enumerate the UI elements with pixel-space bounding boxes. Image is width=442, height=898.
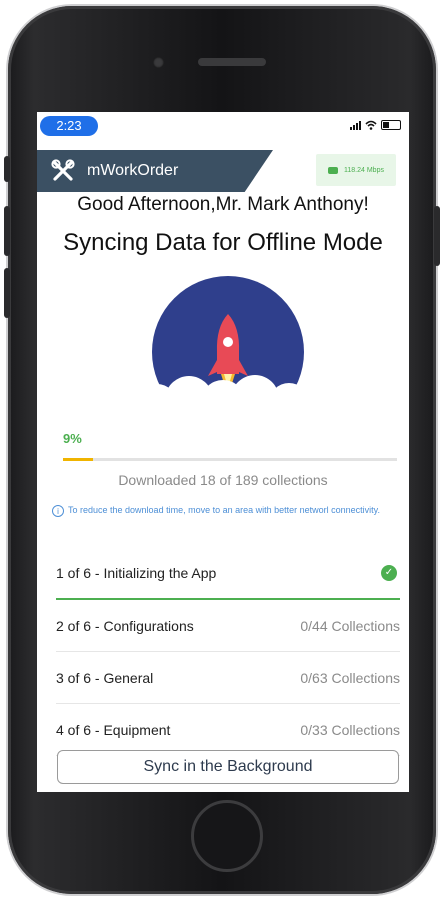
step-general: 3 of 6 - General 0/63 Collections bbox=[56, 652, 400, 704]
tools-icon bbox=[51, 159, 75, 181]
step-label: 1 of 6 - Initializing the App bbox=[56, 565, 217, 581]
step-count: 0/44 Collections bbox=[300, 617, 400, 634]
sync-in-background-button[interactable]: Sync in the Background bbox=[57, 750, 399, 784]
step-count: 0/33 Collections bbox=[300, 721, 400, 738]
sync-title: Syncing Data for Offline Mode bbox=[63, 229, 383, 256]
network-icon bbox=[328, 166, 339, 174]
info-text: To reduce the download time, move to an … bbox=[68, 505, 380, 515]
power-button bbox=[434, 206, 440, 266]
step-label: 2 of 6 - Configurations bbox=[56, 617, 194, 634]
step-label: 4 of 6 - Equipment bbox=[56, 721, 171, 738]
mute-switch bbox=[4, 156, 10, 182]
info-icon: i bbox=[52, 505, 64, 517]
sync-steps-list: 1 of 6 - Initializing the App ✓ 2 of 6 -… bbox=[56, 548, 400, 756]
status-icons bbox=[350, 120, 401, 130]
rocket-illustration bbox=[118, 276, 333, 422]
status-time: 2:23 bbox=[40, 116, 98, 136]
network-speed-text: 118.24 Mbps bbox=[344, 166, 384, 174]
progress-percent: 9% bbox=[63, 431, 82, 446]
status-bar: 2:23 bbox=[37, 112, 409, 140]
step-equipment: 4 of 6 - Equipment 0/33 Collections bbox=[56, 704, 400, 756]
step-initializing-app: 1 of 6 - Initializing the App ✓ bbox=[56, 548, 400, 600]
battery-icon bbox=[381, 120, 401, 130]
app-name: mWorkOrder bbox=[87, 162, 179, 179]
volume-down-button bbox=[4, 268, 10, 318]
front-camera bbox=[153, 57, 164, 68]
wifi-icon bbox=[365, 120, 377, 130]
info-notice: i To reduce the download time, move to a… bbox=[52, 505, 407, 517]
earpiece-speaker bbox=[198, 58, 266, 66]
step-label: 3 of 6 - General bbox=[56, 669, 154, 686]
network-speed-badge: 118.24 Mbps bbox=[316, 154, 396, 186]
progress-bar bbox=[63, 458, 397, 461]
home-button[interactable] bbox=[191, 800, 263, 872]
step-configurations: 2 of 6 - Configurations 0/44 Collections bbox=[56, 600, 400, 652]
signal-icon bbox=[350, 120, 361, 130]
greeting-text: Good Afternoon,Mr. Mark Anthony! bbox=[77, 194, 369, 215]
check-circle-icon: ✓ bbox=[381, 565, 397, 581]
step-count: 0/63 Collections bbox=[300, 669, 400, 686]
app-header: mWorkOrder bbox=[37, 150, 273, 192]
downloaded-count: Downloaded 18 of 189 collections bbox=[118, 472, 328, 488]
progress-bar-fill bbox=[63, 458, 94, 461]
volume-up-button bbox=[4, 206, 10, 256]
app-screen: 2:23 mWorkOrder 118.24 Mbps Good Afterno… bbox=[37, 112, 409, 792]
